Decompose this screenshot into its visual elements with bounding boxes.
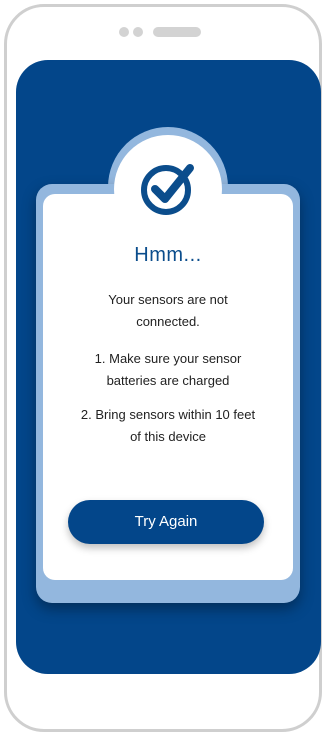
dialog-step-1: 1. Make sure your sensor batteries are c… <box>94 351 242 388</box>
sensor-dot-icon <box>133 27 143 37</box>
dialog-title: Hmm... <box>134 244 202 266</box>
dialog-step-2: 2. Bring sensors within 10 feet of this … <box>80 407 256 444</box>
dialog-message: Your sensors are not connected. <box>108 292 228 329</box>
try-again-button[interactable]: Try Again <box>68 500 264 544</box>
speaker-icon <box>153 27 201 37</box>
app-screen: Hmm... Your sensors are not connected. 1… <box>16 60 321 674</box>
check-circle-icon <box>141 164 194 215</box>
camera-dot-icon <box>119 27 129 37</box>
